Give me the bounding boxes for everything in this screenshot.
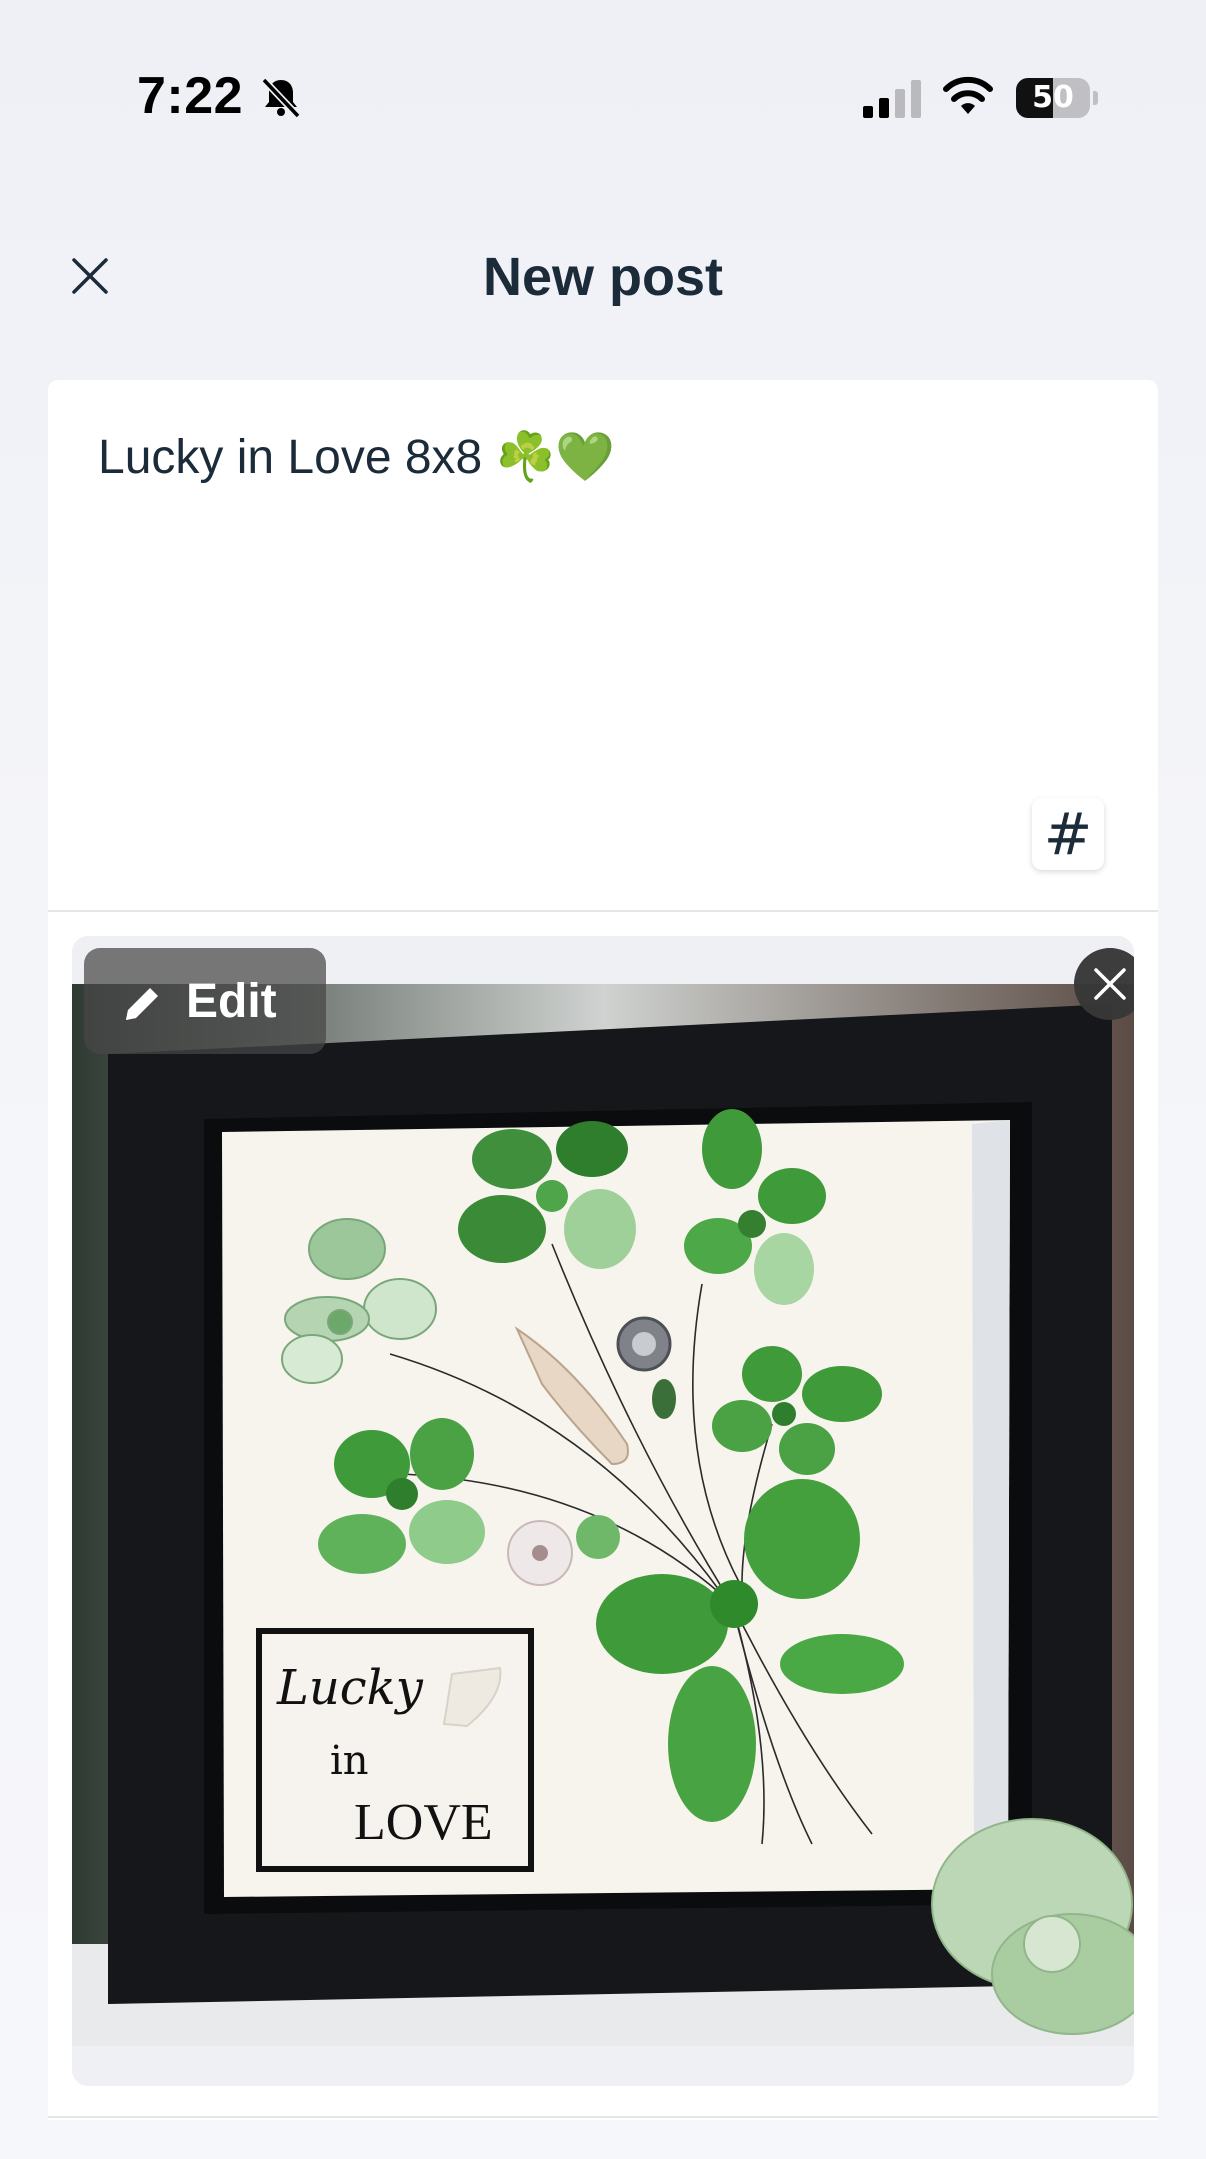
bell-slash-icon [261,77,301,119]
battery-level: 50 [1032,80,1074,115]
page-title: New post [482,247,724,307]
status-bar: 7:22 50 [0,0,1206,150]
caption-input[interactable]: Lucky in Love 8x8 ☘️💚 [98,428,615,485]
divider [48,910,1158,912]
sign-line-3: LOVE [354,1794,493,1851]
pencil-icon [126,988,158,1020]
media-attachment: Lucky in LOVE Edit [72,936,1134,2086]
sign-line-1: Lucky [276,1660,424,1716]
divider [48,2116,1158,2118]
hashtag-button[interactable]: # [1032,798,1104,870]
battery-indicator: 50 [1016,78,1098,118]
cellular-signal-icon [863,80,921,118]
post-composer-card: Lucky in Love 8x8 ☘️💚 # Lucky in LOVE Ed… [48,380,1158,2120]
attached-photo[interactable]: Lucky in LOVE [72,984,1134,2046]
sign-line-2: in [330,1738,369,1784]
status-time: 7:22 [137,67,244,125]
edit-button[interactable]: Edit [84,948,326,1054]
battery-tip [1093,91,1098,105]
battery-body: 50 [1016,78,1090,118]
wifi-icon [943,76,993,114]
header: New post [0,230,1206,330]
edit-label: Edit [186,975,277,1028]
lucky-in-love-sign: Lucky in LOVE [256,1628,534,1872]
